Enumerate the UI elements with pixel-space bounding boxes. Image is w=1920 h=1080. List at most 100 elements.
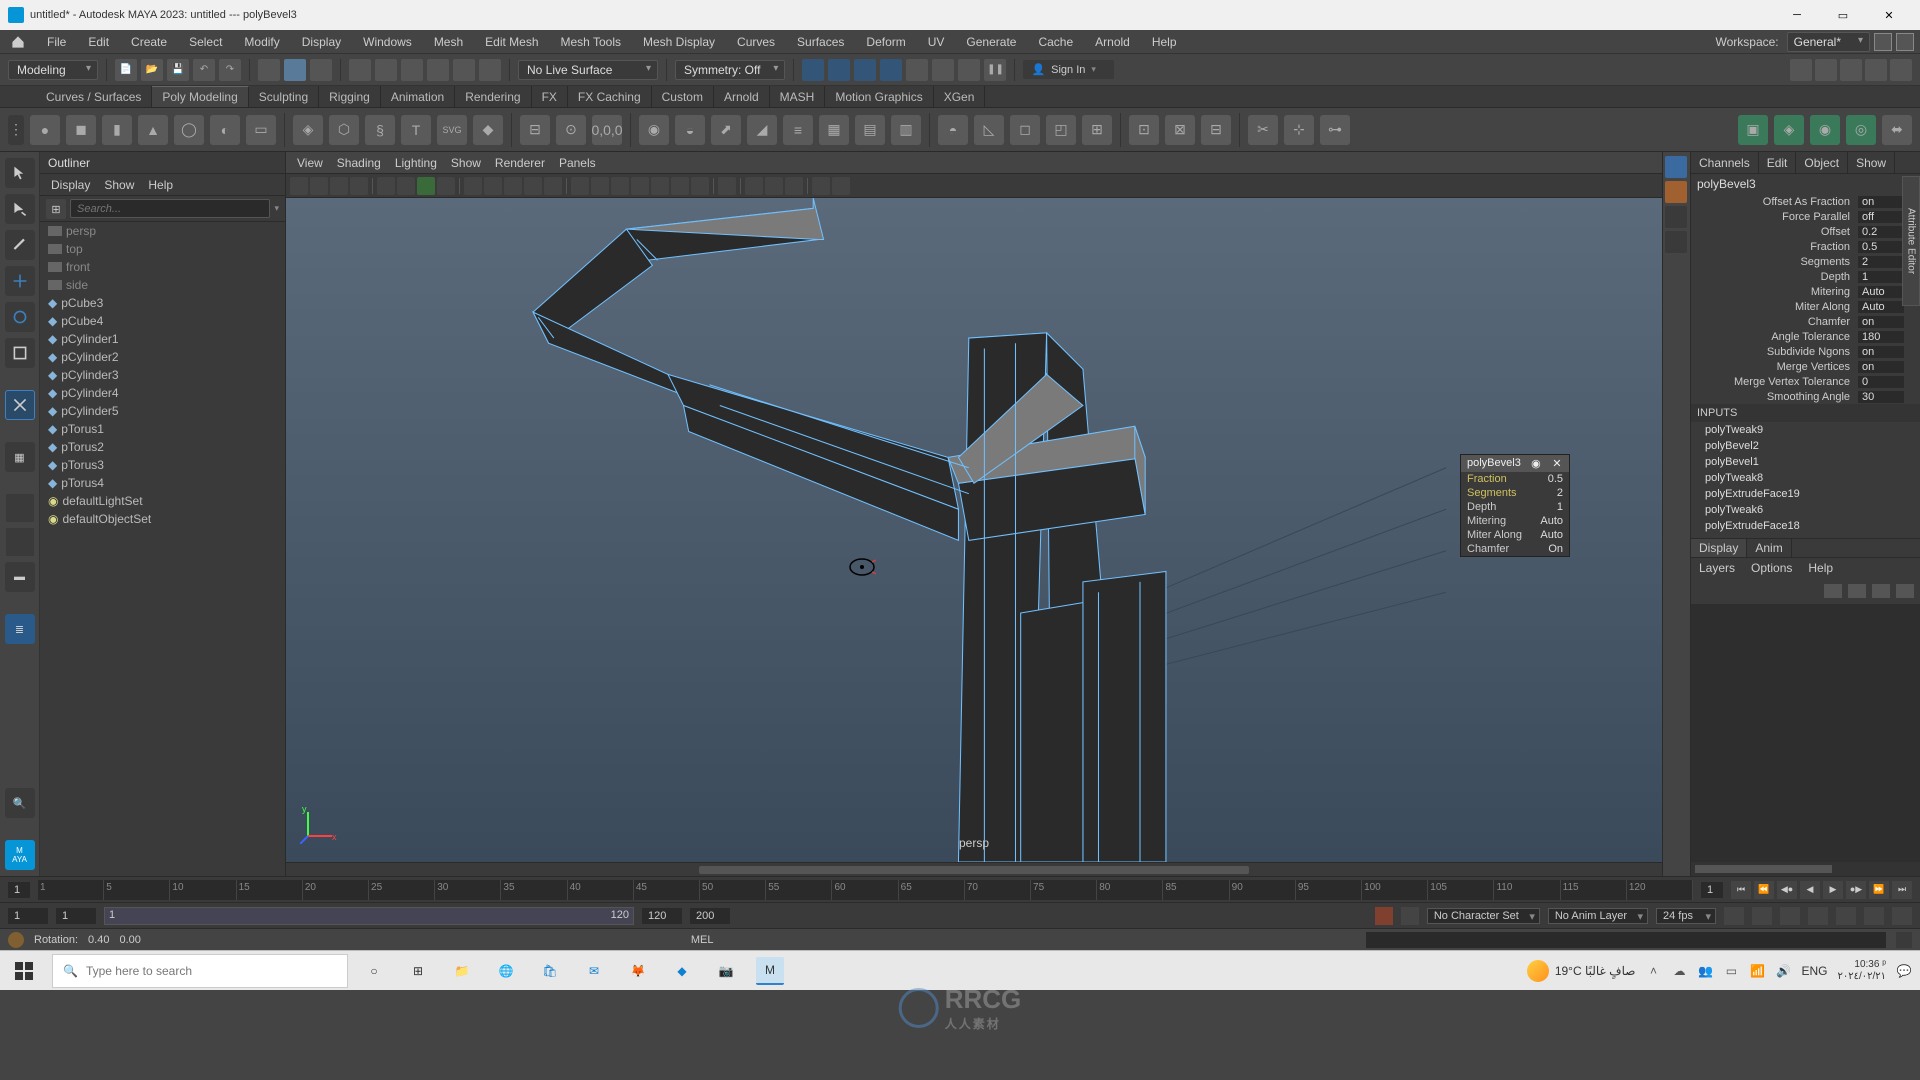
layout4-icon[interactable] (1865, 59, 1887, 81)
shelf-tab-fxcache[interactable]: FX Caching (568, 86, 652, 107)
tb-explorer-icon[interactable]: 📁 (448, 957, 476, 985)
vi-17[interactable] (631, 177, 649, 195)
snap1-icon[interactable] (349, 59, 371, 81)
outliner-item[interactable]: ◆pCylinder5 (40, 402, 285, 420)
layer-t4-icon[interactable] (1896, 584, 1914, 598)
pb-gotoend-icon[interactable]: ⏭ (1892, 881, 1912, 899)
outliner-item[interactable]: front (40, 258, 285, 276)
snap6-icon[interactable] (479, 59, 501, 81)
layout2-icon[interactable] (1815, 59, 1837, 81)
ts-current-start[interactable]: 1 (8, 882, 30, 898)
paint-tool-icon[interactable] (5, 230, 35, 260)
cb-tab-show[interactable]: Show (1848, 152, 1895, 173)
cb-attr-row[interactable]: MiteringAuto (1691, 284, 1920, 299)
charset-selector[interactable]: No Character Set (1427, 908, 1540, 924)
sculpt1-icon[interactable]: ⊡ (1129, 115, 1159, 145)
bevel-icon[interactable]: ◢ (747, 115, 777, 145)
viewport-hscroll[interactable] (286, 862, 1662, 876)
vr-1[interactable] (1665, 156, 1687, 178)
menu-meshtools[interactable]: Mesh Tools (550, 30, 632, 53)
r-e3-icon[interactable] (1780, 907, 1800, 925)
vi-18[interactable] (651, 177, 669, 195)
vi-26[interactable] (832, 177, 850, 195)
r-e2-icon[interactable] (1752, 907, 1772, 925)
vi-5[interactable] (377, 177, 395, 195)
workspace-selector[interactable]: General* (1787, 32, 1870, 52)
vr-4[interactable] (1665, 231, 1687, 253)
plane-icon[interactable]: ▭ (246, 115, 276, 145)
vi-21[interactable] (718, 177, 736, 195)
cb-layers-menu[interactable]: Layers (1691, 558, 1743, 578)
shelf-tab-rigging[interactable]: Rigging (319, 86, 381, 107)
r-e5-icon[interactable] (1836, 907, 1856, 925)
tb-edge-icon[interactable]: 🌐 (492, 957, 520, 985)
tray-meet-icon[interactable]: ▭ (1723, 963, 1739, 979)
tb-firefox-icon[interactable]: 🦊 (624, 957, 652, 985)
outliner-item[interactable]: ◆pCube4 (40, 312, 285, 330)
mirror-icon[interactable]: ⊟ (520, 115, 550, 145)
combine-icon[interactable]: 0,0,0 (592, 115, 622, 145)
vm-renderer[interactable]: Renderer (488, 156, 552, 170)
popup-row[interactable]: Segments2 (1461, 486, 1569, 500)
r-e7-icon[interactable] (1892, 907, 1912, 925)
tb-app1-icon[interactable]: ◆ (668, 957, 696, 985)
undo-icon[interactable]: ↶ (193, 59, 215, 81)
layout1-tool-icon[interactable]: ▦ (5, 442, 35, 472)
close-button[interactable]: ✕ (1866, 0, 1912, 30)
cb-attr-row[interactable]: Force Paralleloff (1691, 209, 1920, 224)
outliner-item[interactable]: persp (40, 222, 285, 240)
cb-tab-object[interactable]: Object (1796, 152, 1848, 173)
pipe-icon[interactable]: ⬡ (329, 115, 359, 145)
vi-15[interactable] (591, 177, 609, 195)
bevel-popup[interactable]: polyBevel3◉✕ Fraction0.5Segments2Depth1M… (1460, 454, 1570, 557)
script-editor-icon[interactable] (1896, 932, 1912, 948)
tb-cortana-icon[interactable]: ○ (360, 957, 388, 985)
range-e[interactable]: 120 (642, 908, 682, 924)
snap2-icon[interactable] (375, 59, 397, 81)
workspace-box2-icon[interactable] (1896, 33, 1914, 51)
cb-node-name[interactable]: polyBevel3 (1691, 174, 1920, 194)
vi-25[interactable] (812, 177, 830, 195)
vi-7[interactable] (417, 177, 435, 195)
layer-t2-icon[interactable] (1848, 584, 1866, 598)
circularize-icon[interactable]: ◉ (639, 115, 669, 145)
layer-list[interactable] (1691, 604, 1920, 862)
menu-surfaces[interactable]: Surfaces (786, 30, 855, 53)
cb-input-node[interactable]: polyBevel2 (1691, 438, 1920, 454)
layout-group1[interactable] (6, 494, 34, 522)
pb-gotostart-icon[interactable]: ⏮ (1731, 881, 1751, 899)
boolean-icon[interactable]: ◒ (675, 115, 705, 145)
maya-badge-icon[interactable]: MAYA (5, 840, 35, 870)
popup-row[interactable]: MiteringAuto (1461, 514, 1569, 528)
tray-clock[interactable]: 10:36 ᵖ ٢٠٢٤/٠٢/٢١ (1837, 959, 1886, 983)
platonic-icon[interactable]: ◈ (293, 115, 323, 145)
cb-display-tab[interactable]: Display (1691, 539, 1747, 557)
sel3-icon[interactable] (310, 59, 332, 81)
r-e4-icon[interactable] (1808, 907, 1828, 925)
tray-teams-icon[interactable]: 👥 (1697, 963, 1713, 979)
cb-attr-row[interactable]: Angle Tolerance180 (1691, 329, 1920, 344)
tray-wifi-icon[interactable]: 📶 (1749, 963, 1765, 979)
lasso-tool-icon[interactable] (5, 194, 35, 224)
grp6-icon[interactable] (932, 59, 954, 81)
tray-volume-icon[interactable]: 🔊 (1775, 963, 1791, 979)
grp1-icon[interactable] (802, 59, 824, 81)
cylinder-icon[interactable]: ▮ (102, 115, 132, 145)
shelf-tab-fx[interactable]: FX (532, 86, 568, 107)
vi-23[interactable] (765, 177, 783, 195)
cb-attr-row[interactable]: Depth1 (1691, 269, 1920, 284)
grp3-icon[interactable] (854, 59, 876, 81)
outliner-item[interactable]: ◆pCube3 (40, 294, 285, 312)
vi-14[interactable] (571, 177, 589, 195)
maximize-button[interactable]: ▭ (1820, 0, 1866, 30)
ts-current-end[interactable]: 1 (1701, 882, 1723, 898)
outliner-tree[interactable]: persptopfrontside◆pCube3◆pCube4◆pCylinde… (40, 222, 285, 876)
layout-group2[interactable] (6, 528, 34, 556)
cb-attr-row[interactable]: Segments2 (1691, 254, 1920, 269)
cb-tab-edit[interactable]: Edit (1759, 152, 1797, 173)
shelf-tab-xgen[interactable]: XGen (934, 86, 986, 107)
sculpt3-icon[interactable]: ⊟ (1201, 115, 1231, 145)
shelf-tab-arnold[interactable]: Arnold (714, 86, 770, 107)
range-a[interactable]: 1 (8, 908, 48, 924)
outliner-item[interactable]: top (40, 240, 285, 258)
